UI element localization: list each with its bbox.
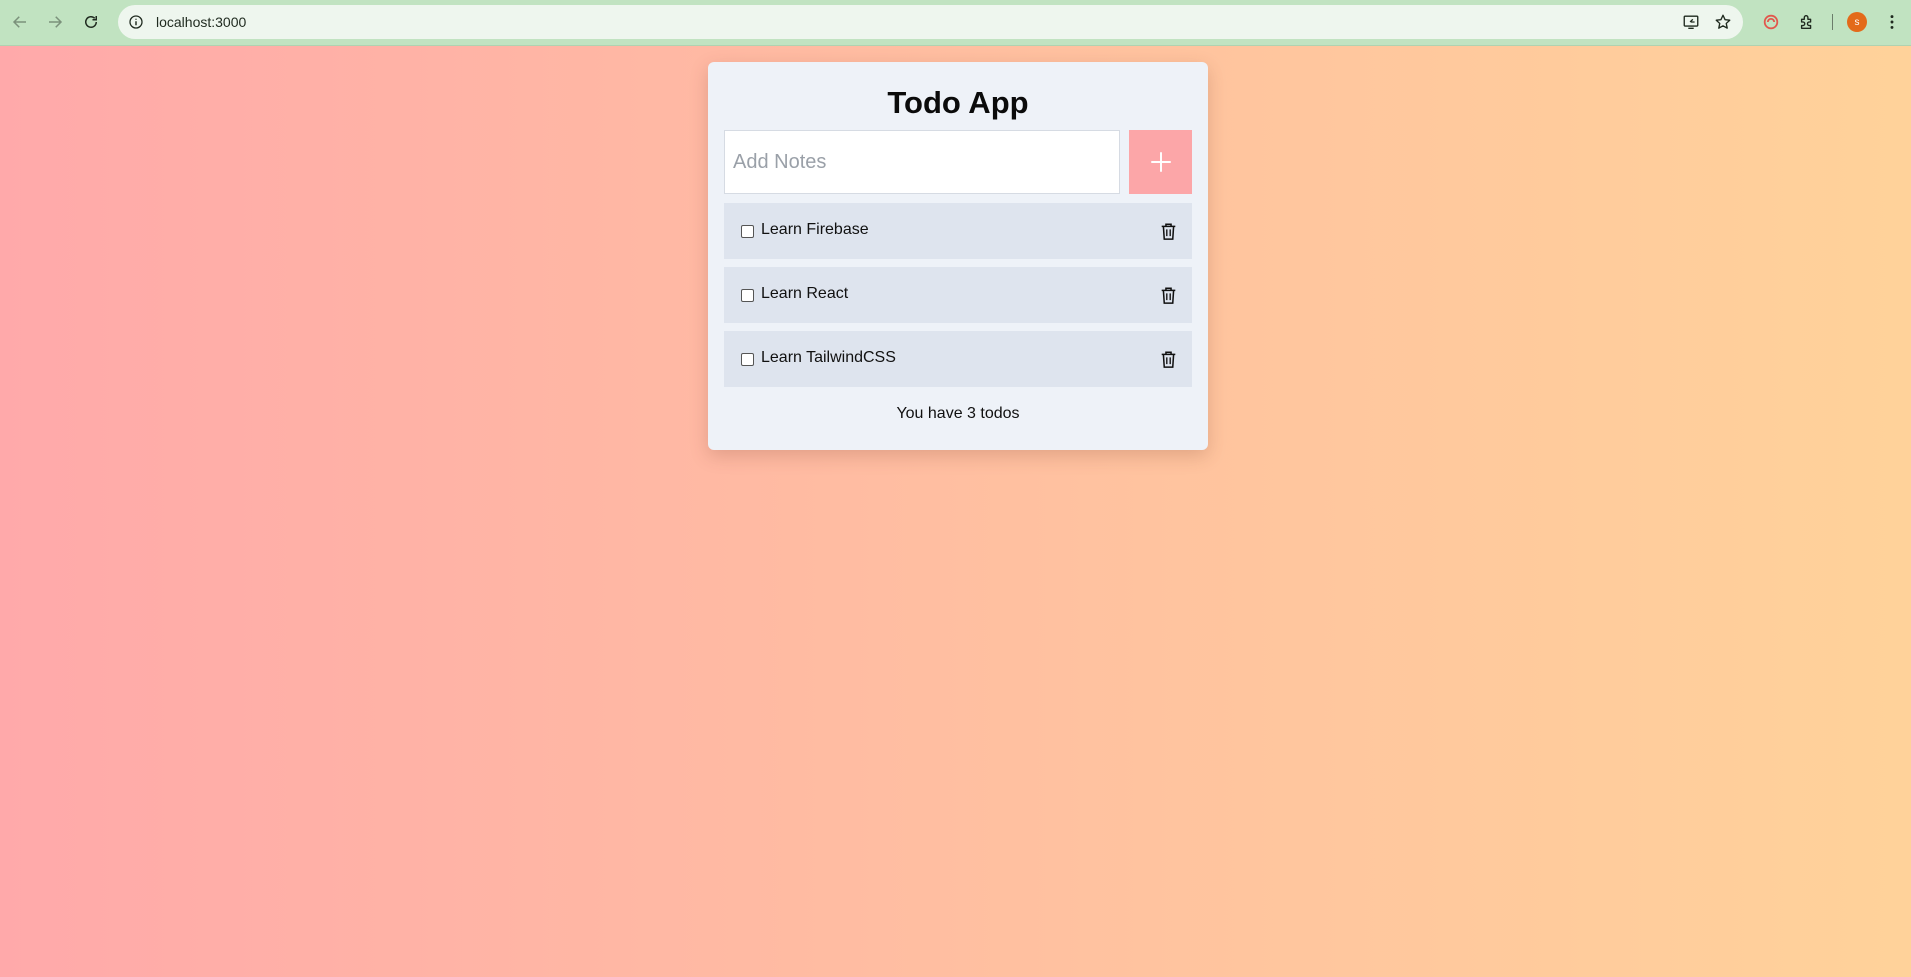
site-info-icon[interactable] <box>126 12 146 32</box>
bookmark-star-icon[interactable] <box>1713 12 1733 32</box>
trash-icon <box>1161 223 1175 240</box>
todo-label[interactable]: Learn React <box>761 285 848 303</box>
todo-label[interactable]: Learn Firebase <box>761 221 869 239</box>
extensions-puzzle-icon[interactable] <box>1796 11 1818 33</box>
trash-icon <box>1161 287 1175 304</box>
back-button[interactable] <box>5 7 35 37</box>
reload-icon <box>85 16 97 28</box>
todo-item: Learn Firebase <box>724 203 1192 259</box>
trash-icon <box>1161 351 1175 368</box>
more-menu-icon[interactable] <box>1881 11 1903 33</box>
todo-card: Todo App Learn Firebase Learn React Lear… <box>708 62 1208 450</box>
todo-item: Learn React <box>724 267 1192 323</box>
browser-toolbar: localhost:3000 s <box>0 0 1911 46</box>
arrow-right-icon <box>49 16 63 28</box>
delete-button[interactable] <box>1158 284 1178 306</box>
add-notes-input[interactable] <box>724 130 1120 194</box>
install-app-icon[interactable] <box>1681 12 1701 32</box>
plus-icon <box>1150 152 1171 172</box>
todo-label[interactable]: Learn TailwindCSS <box>761 349 896 367</box>
todo-checkbox[interactable] <box>741 289 754 302</box>
todo-checkbox[interactable] <box>741 353 754 366</box>
delete-button[interactable] <box>1158 220 1178 242</box>
arrow-left-icon <box>12 16 26 28</box>
extension-swirl-icon[interactable] <box>1760 11 1782 33</box>
toolbar-separator <box>1832 14 1833 30</box>
forward-button[interactable] <box>40 7 70 37</box>
app-title: Todo App <box>887 85 1029 120</box>
todo-item: Learn TailwindCSS <box>724 331 1192 387</box>
delete-button[interactable] <box>1158 348 1178 370</box>
reload-button[interactable] <box>76 7 106 37</box>
todo-checkbox[interactable] <box>741 225 754 238</box>
profile-avatar[interactable]: s <box>1847 12 1867 32</box>
add-todo-button[interactable] <box>1129 130 1192 194</box>
todo-count-text: You have 3 todos <box>896 405 1020 422</box>
address-bar[interactable]: localhost:3000 <box>118 5 1743 39</box>
url-text[interactable]: localhost:3000 <box>156 14 246 30</box>
